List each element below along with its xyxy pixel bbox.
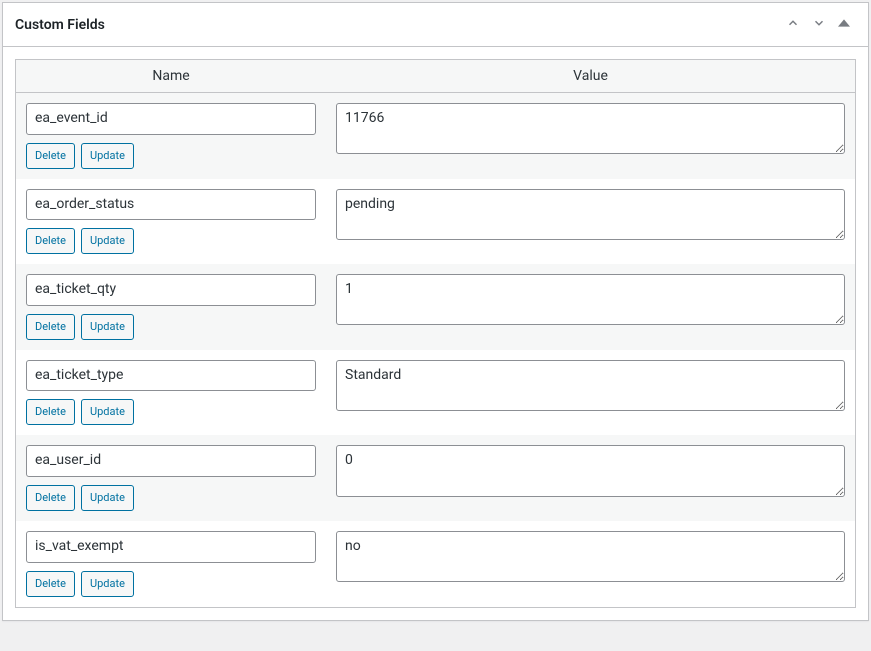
button-row: DeleteUpdate	[26, 314, 316, 340]
field-name-input[interactable]	[26, 103, 316, 135]
field-value-textarea[interactable]: pending	[336, 189, 845, 240]
table-row: DeleteUpdate Standard	[16, 350, 855, 436]
name-cell: DeleteUpdate	[16, 264, 326, 350]
table-row: DeleteUpdate pending	[16, 179, 855, 265]
value-cell: Standard	[326, 350, 855, 436]
name-cell: DeleteUpdate	[16, 93, 326, 179]
value-cell: pending	[326, 179, 855, 265]
delete-button[interactable]: Delete	[26, 228, 75, 254]
panel-header: Custom Fields	[3, 3, 868, 47]
field-name-input[interactable]	[26, 189, 316, 221]
panel-title: Custom Fields	[15, 17, 105, 33]
delete-button[interactable]: Delete	[26, 399, 75, 425]
name-cell: DeleteUpdate	[16, 350, 326, 436]
move-down-button[interactable]	[806, 12, 832, 37]
name-cell: DeleteUpdate	[16, 521, 326, 607]
table-row: DeleteUpdate 11766	[16, 93, 855, 179]
update-button[interactable]: Update	[81, 571, 134, 597]
field-value-textarea[interactable]: no	[336, 531, 845, 582]
column-header-value: Value	[326, 60, 855, 93]
delete-button[interactable]: Delete	[26, 571, 75, 597]
field-name-input[interactable]	[26, 445, 316, 477]
toggle-panel-button[interactable]	[832, 13, 856, 36]
panel-handle-actions	[780, 12, 856, 37]
update-button[interactable]: Update	[81, 228, 134, 254]
update-button[interactable]: Update	[81, 314, 134, 340]
triangle-up-icon	[838, 17, 850, 32]
field-value-textarea[interactable]: 1	[336, 274, 845, 325]
button-row: DeleteUpdate	[26, 228, 316, 254]
value-cell: 0	[326, 435, 855, 521]
field-name-input[interactable]	[26, 360, 316, 392]
value-cell: 11766	[326, 93, 855, 179]
name-cell: DeleteUpdate	[16, 435, 326, 521]
table-row: DeleteUpdate 1	[16, 264, 855, 350]
field-name-input[interactable]	[26, 274, 316, 306]
chevron-down-icon	[812, 16, 826, 33]
field-value-textarea[interactable]: 11766	[336, 103, 845, 154]
field-name-input[interactable]	[26, 531, 316, 563]
button-row: DeleteUpdate	[26, 485, 316, 511]
value-cell: 1	[326, 264, 855, 350]
table-row: DeleteUpdate 0	[16, 435, 855, 521]
table-row: DeleteUpdate no	[16, 521, 855, 607]
delete-button[interactable]: Delete	[26, 485, 75, 511]
move-up-button[interactable]	[780, 12, 806, 37]
name-cell: DeleteUpdate	[16, 179, 326, 265]
column-header-name: Name	[16, 60, 326, 93]
custom-fields-table: Name Value DeleteUpdate11766DeleteUpdate…	[16, 60, 855, 607]
panel-body: Name Value DeleteUpdate11766DeleteUpdate…	[3, 47, 868, 620]
delete-button[interactable]: Delete	[26, 143, 75, 169]
update-button[interactable]: Update	[81, 399, 134, 425]
button-row: DeleteUpdate	[26, 143, 316, 169]
button-row: DeleteUpdate	[26, 571, 316, 597]
button-row: DeleteUpdate	[26, 399, 316, 425]
update-button[interactable]: Update	[81, 143, 134, 169]
chevron-up-icon	[786, 16, 800, 33]
value-cell: no	[326, 521, 855, 607]
update-button[interactable]: Update	[81, 485, 134, 511]
custom-fields-panel: Custom Fields	[2, 2, 869, 621]
field-value-textarea[interactable]: 0	[336, 445, 845, 496]
field-value-textarea[interactable]: Standard	[336, 360, 845, 411]
delete-button[interactable]: Delete	[26, 314, 75, 340]
